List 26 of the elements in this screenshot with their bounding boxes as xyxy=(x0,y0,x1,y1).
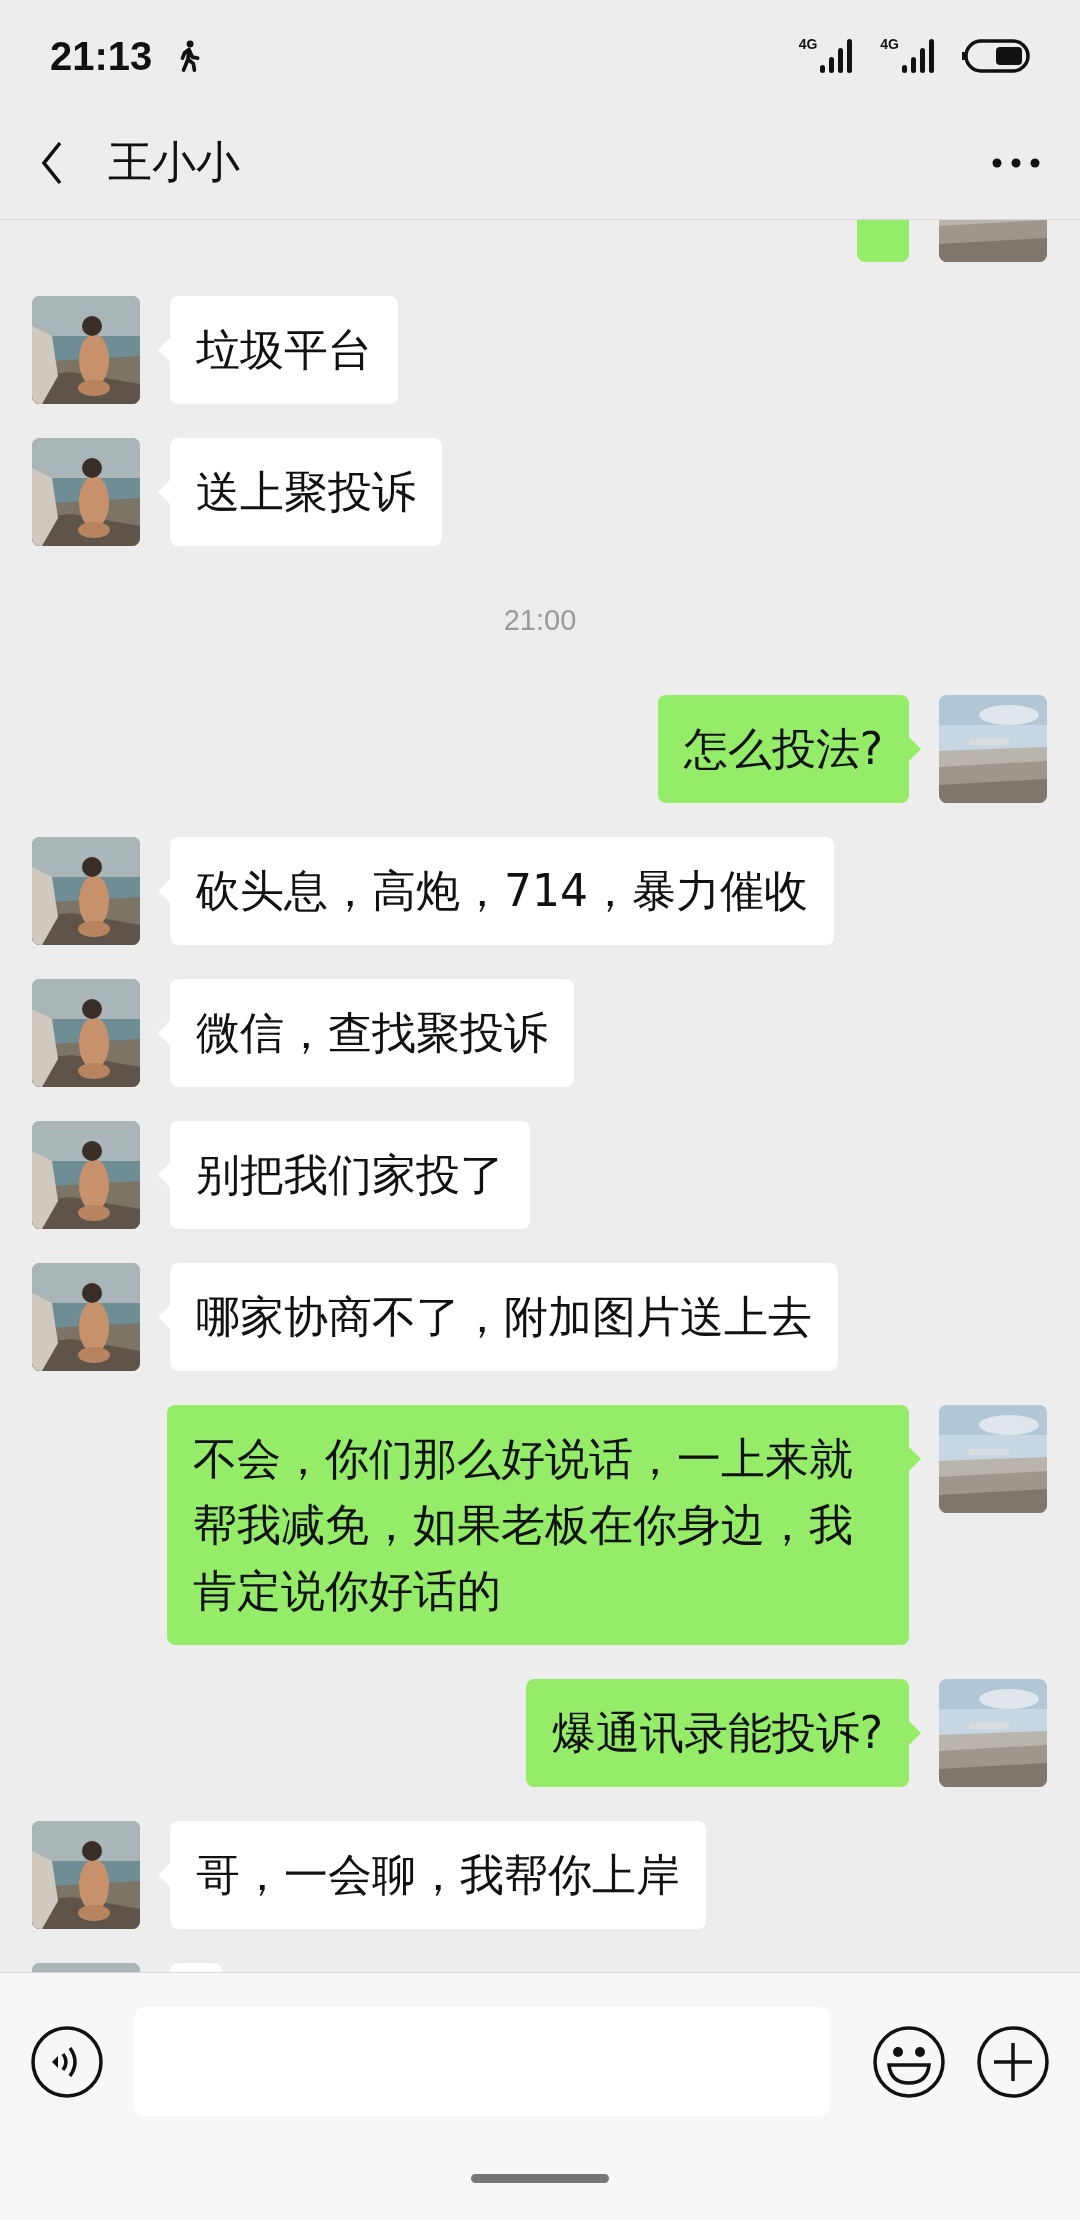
signal-icon xyxy=(902,39,936,73)
plus-icon[interactable] xyxy=(976,2024,1050,2099)
more-icon[interactable] xyxy=(992,157,1040,168)
battery-icon xyxy=(962,39,1030,73)
back-icon[interactable] xyxy=(40,140,64,185)
signal-icon xyxy=(820,39,855,73)
message-bubble: 不会，你们那么好说话，一上来就帮我减免，如果老板在你身边，我肯定说你好话的 xyxy=(167,1405,909,1645)
message-bubble: 爆通讯录能投诉? xyxy=(525,1679,909,1787)
message-bubble: 送上聚投诉 xyxy=(170,438,442,546)
message-bubble: 别把我们家投了 xyxy=(170,1121,530,1229)
message-bubble: 哥，一会聊，我帮你上岸 xyxy=(170,1821,706,1929)
message-time: 21:00 xyxy=(503,604,577,637)
emoji-icon[interactable] xyxy=(872,2024,946,2099)
message-bubble: 垃圾平台 xyxy=(170,296,398,404)
chat-title: 王小小 xyxy=(108,135,240,189)
bubble-tail xyxy=(909,1447,921,1471)
network-type: 4G xyxy=(880,37,899,51)
message-bubble: 砍头息，高炮，714，暴力催收 xyxy=(170,837,834,945)
bubble-tail xyxy=(909,737,921,761)
message-bubble: 哪家协商不了，附加图片送上去 xyxy=(170,1263,838,1371)
network-type: 4G xyxy=(798,37,818,51)
message-bubble: 微信，查找聚投诉 xyxy=(170,979,574,1087)
message-bubble: 怎么投法? xyxy=(657,695,909,803)
status-time: 21:13 xyxy=(50,33,153,79)
voice-icon[interactable] xyxy=(30,2024,104,2099)
bubble-tail xyxy=(909,1721,921,1745)
